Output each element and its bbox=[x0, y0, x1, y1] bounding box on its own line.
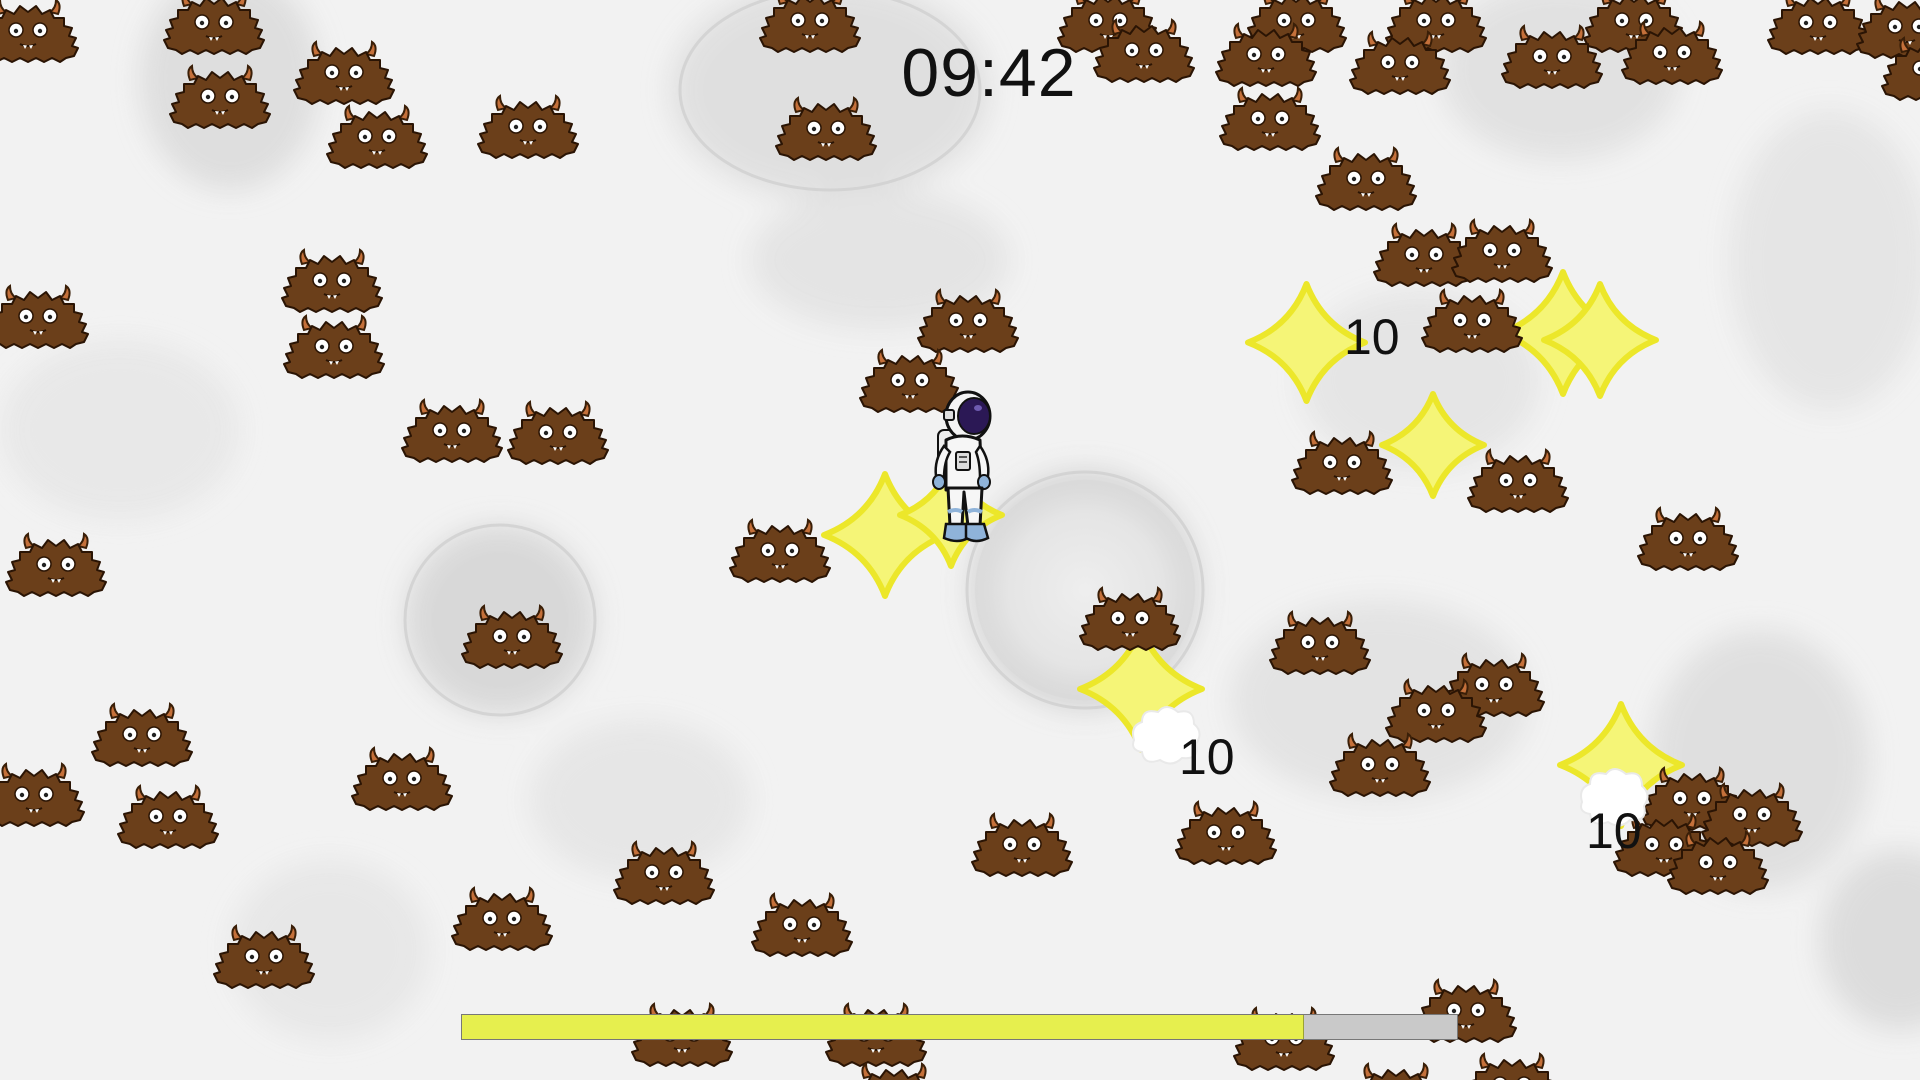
monster-enemy bbox=[450, 884, 554, 952]
monster-enemy bbox=[750, 890, 854, 958]
experience-bar bbox=[461, 1014, 1458, 1040]
monster-enemy bbox=[116, 782, 220, 850]
monster-enemy bbox=[350, 744, 454, 812]
experience-bar-fill bbox=[462, 1015, 1304, 1039]
monster-enemy bbox=[90, 700, 194, 768]
game-viewport[interactable]: 10 10 10 09:42 bbox=[0, 0, 1920, 1080]
monster-enemy bbox=[0, 760, 86, 828]
monster-enemy bbox=[612, 838, 716, 906]
monster-enemy bbox=[916, 286, 1020, 354]
monster-enemy bbox=[1328, 730, 1432, 798]
survival-timer: 09:42 bbox=[901, 35, 1077, 111]
monster-enemy bbox=[280, 246, 384, 314]
damage-number: 10 bbox=[1179, 729, 1235, 785]
monster-enemy bbox=[1450, 216, 1554, 284]
monster-enemy bbox=[0, 282, 90, 350]
monster-enemy bbox=[1174, 798, 1278, 866]
damage-number: 10 bbox=[1586, 803, 1642, 859]
monster-enemy bbox=[460, 602, 564, 670]
monster-enemy bbox=[1290, 428, 1394, 496]
monster-enemy bbox=[1460, 1050, 1564, 1080]
astronaut-player bbox=[922, 388, 1002, 558]
monster-enemy bbox=[1078, 584, 1182, 652]
monster-enemy bbox=[325, 102, 429, 170]
monster-enemy bbox=[1268, 608, 1372, 676]
monster-enemy bbox=[1344, 1060, 1448, 1080]
monster-enemy bbox=[1314, 144, 1418, 212]
monster-enemy bbox=[282, 312, 386, 380]
monster-enemy bbox=[728, 516, 832, 584]
monster-enemy bbox=[400, 396, 504, 464]
monster-enemy bbox=[1636, 504, 1740, 572]
star-projectile bbox=[1540, 280, 1660, 400]
monster-enemy bbox=[212, 922, 316, 990]
monster-enemy bbox=[4, 530, 108, 598]
monster-enemy bbox=[506, 398, 610, 466]
monster-enemy bbox=[1666, 828, 1770, 896]
monster-enemy bbox=[1466, 446, 1570, 514]
monster-enemy bbox=[842, 1060, 946, 1080]
monster-enemy bbox=[970, 810, 1074, 878]
damage-number: 10 bbox=[1344, 309, 1400, 365]
monster-enemy bbox=[1420, 286, 1524, 354]
